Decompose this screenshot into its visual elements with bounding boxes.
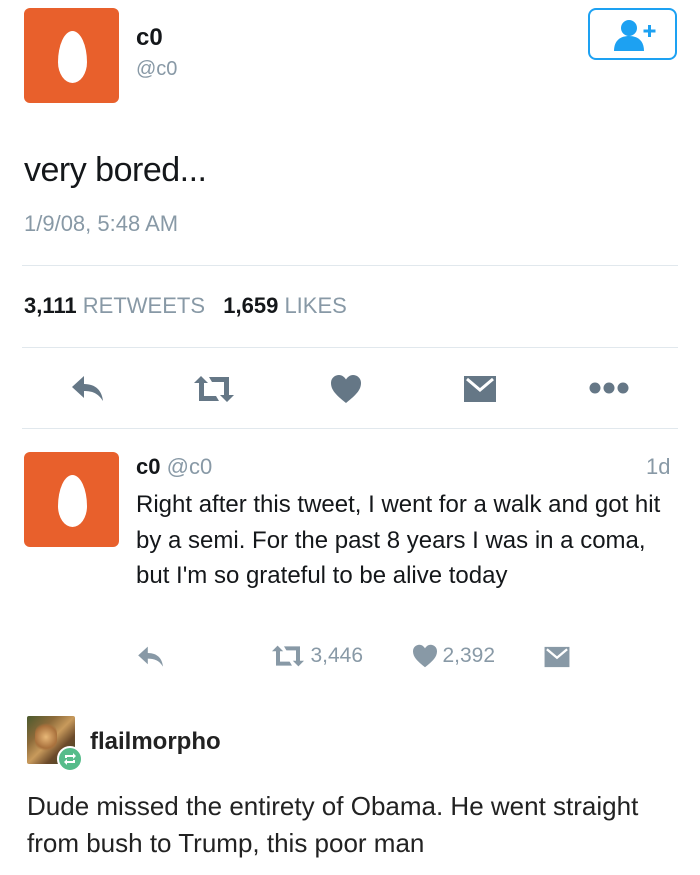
reply-handle[interactable]: @c0	[167, 454, 213, 479]
reply-like-count: 2,392	[442, 644, 496, 667]
tumblr-post-text: Dude missed the entirety of Obama. He we…	[27, 791, 639, 858]
main-tweet-text: very bored...	[24, 151, 207, 189]
reply-icon[interactable]	[70, 374, 106, 404]
more-icon[interactable]	[588, 381, 630, 395]
main-tweet-timestamp[interactable]: 1/9/08, 5:48 AM	[24, 211, 178, 237]
reply-age[interactable]: 1d	[646, 454, 670, 480]
reply-retweet-count: 3,446	[310, 644, 364, 667]
follow-button[interactable]	[588, 8, 677, 60]
reply-avatar[interactable]	[24, 452, 119, 547]
direct-message-icon[interactable]	[543, 645, 571, 669]
retweet-count[interactable]: 3,111	[24, 293, 77, 318]
avatar-texture	[35, 722, 57, 752]
reply-header: c0 @c0	[136, 454, 212, 480]
reply-like-action[interactable]: 2,392	[412, 644, 495, 670]
like-icon	[413, 644, 437, 668]
egg-icon	[58, 31, 87, 83]
main-tweet-display-name[interactable]: c0	[136, 24, 163, 52]
tumblr-username[interactable]: flailmorpho	[90, 728, 221, 756]
follow-user-icon	[614, 20, 656, 51]
direct-message-icon[interactable]	[462, 374, 498, 404]
egg-icon	[58, 475, 87, 527]
retweets-label[interactable]: RETWEETS	[83, 293, 205, 318]
reply-display-name[interactable]: c0	[136, 454, 160, 479]
like-icon[interactable]	[330, 374, 362, 404]
divider	[22, 265, 678, 266]
reblog-badge	[57, 746, 83, 772]
main-tweet-handle[interactable]: @c0	[136, 57, 177, 81]
reply-retweet-action[interactable]: 3,446	[270, 644, 363, 670]
reblog-icon	[64, 753, 76, 765]
reply-text: Right after this tweet, I went for a wal…	[136, 491, 661, 589]
divider	[22, 347, 678, 348]
reply-icon[interactable]	[136, 645, 166, 669]
like-count[interactable]: 1,659	[223, 293, 278, 318]
likes-label[interactable]: LIKES	[284, 293, 346, 318]
main-tweet-avatar[interactable]	[24, 8, 119, 103]
main-tweet-stats: 3,111 RETWEETS 1,659 LIKES	[24, 292, 347, 320]
retweet-icon	[272, 645, 304, 667]
divider	[22, 428, 678, 429]
retweet-icon[interactable]	[192, 374, 236, 404]
